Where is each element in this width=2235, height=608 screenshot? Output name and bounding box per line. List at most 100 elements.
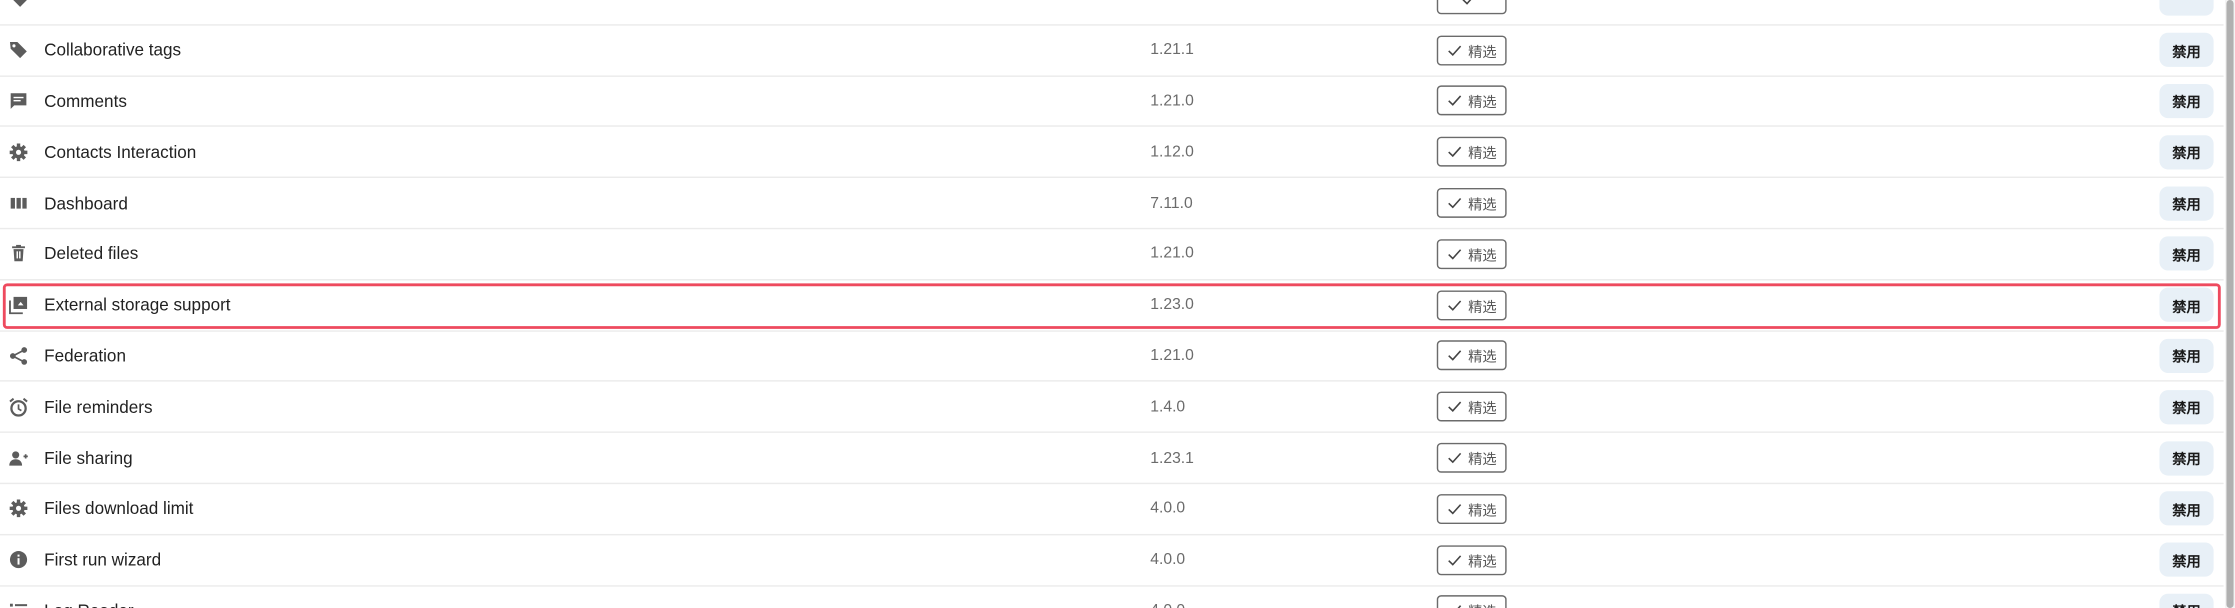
- gear-icon: [9, 499, 29, 519]
- featured-badge: 精选: [1436, 137, 1507, 167]
- featured-label: 精选: [1468, 147, 1497, 163]
- check-icon: [1448, 350, 1462, 362]
- featured-badge: 精选: [1436, 86, 1507, 117]
- app-row-file-reminders: File reminders 1.4.0 精选 禁用: [0, 382, 2224, 434]
- app-list: Collaborative tags 1.21.1 精选 禁用 Comments…: [0, 0, 2224, 608]
- dashboard-icon: [9, 193, 29, 213]
- check-icon: [1448, 249, 1462, 260]
- check-icon: [1448, 401, 1462, 413]
- disable-button[interactable]: 禁用: [2159, 389, 2214, 424]
- app-name[interactable]: Deleted files: [44, 244, 138, 264]
- info-icon: [9, 550, 29, 570]
- check-icon: [1448, 45, 1462, 56]
- disable-button[interactable]: 禁用: [2159, 33, 2214, 68]
- app-version: 7.11.0: [1150, 194, 1193, 212]
- featured-label: 精选: [1468, 299, 1497, 316]
- gear-icon: [9, 142, 29, 162]
- app-name[interactable]: Collaborative tags: [44, 40, 181, 60]
- app-name[interactable]: Contacts Interaction: [44, 142, 196, 162]
- app-version: 4.0.0: [1150, 551, 1186, 569]
- app-row-federation: Federation 1.21.0 精选 禁用: [0, 331, 2224, 383]
- featured-badge: 精选: [1436, 188, 1507, 218]
- app-name[interactable]: Dashboard: [44, 193, 128, 213]
- user-share-icon: [9, 448, 29, 468]
- featured-label: 精选: [1468, 96, 1497, 112]
- disable-button[interactable]: 禁用: [2159, 491, 2214, 526]
- featured-label: 精选: [1468, 350, 1497, 367]
- featured-label: 精选: [1468, 600, 1497, 608]
- app-version: 4.0.0: [1150, 602, 1185, 608]
- external-storage-icon: [9, 295, 29, 315]
- app-name[interactable]: Files download limit: [44, 499, 193, 519]
- app-row-file-sharing: File sharing 1.23.1 精选 禁用: [0, 433, 2224, 485]
- app-name[interactable]: File sharing: [44, 448, 132, 468]
- disable-button[interactable]: 禁用: [2159, 593, 2214, 608]
- app-name[interactable]: First run wizard: [44, 550, 161, 570]
- tag-icon: [9, 40, 29, 60]
- disable-button[interactable]: 禁用: [2159, 83, 2214, 119]
- featured-label: 精选: [1468, 45, 1497, 61]
- featured-badge: 精选: [1436, 544, 1507, 575]
- app-version: 1.21.0: [1150, 245, 1194, 263]
- app-row-first-run-wizard: First run wizard 4.0.0 精选 禁用: [0, 535, 2224, 587]
- scrollbar-thumb[interactable]: [2226, 0, 2234, 608]
- featured-badge: 精选: [1436, 239, 1507, 269]
- app-version: 1.21.1: [1150, 41, 1194, 59]
- check-icon: [1462, 0, 1472, 5]
- app-row-files-download-limit: Files download limit 4.0.0 精选 禁用: [0, 484, 2224, 536]
- app-name[interactable]: File reminders: [44, 397, 152, 417]
- featured-badge: 精选: [1436, 391, 1507, 422]
- app-row-dashboard: Dashboard 7.11.0 精选 禁用: [0, 178, 2224, 230]
- app-row-partial: [0, 0, 2224, 26]
- disable-button[interactable]: 禁用: [2159, 287, 2214, 323]
- app-row-comments: Comments 1.21.0 精选 禁用: [0, 76, 2224, 128]
- app-name[interactable]: Federation: [44, 346, 126, 366]
- featured-badge: 精选: [1436, 290, 1507, 320]
- disable-button[interactable]: 禁用: [2159, 185, 2214, 221]
- alarm-icon: [9, 397, 29, 417]
- featured-label: 精选: [1468, 452, 1497, 469]
- comment-icon: [9, 91, 29, 111]
- app-name[interactable]: External storage support: [44, 295, 230, 315]
- featured-label: 精选: [1468, 249, 1497, 265]
- check-icon: [1448, 198, 1462, 209]
- check-icon: [1448, 452, 1462, 464]
- trash-icon: [9, 244, 29, 264]
- disable-button[interactable]: 禁用: [2159, 440, 2214, 475]
- app-version: 1.23.0: [1150, 296, 1194, 314]
- tag-icon: [9, 0, 29, 9]
- app-name[interactable]: Comments: [44, 91, 127, 111]
- featured-label: 精选: [1468, 554, 1497, 571]
- app-name[interactable]: Log Reader: [44, 601, 133, 608]
- check-icon: [1448, 147, 1462, 158]
- app-row-log-reader: Log Reader 4.0.0 精选 禁用: [0, 586, 2224, 608]
- app-version: 1.12.0: [1150, 143, 1194, 161]
- disable-button[interactable]: 禁用: [2159, 542, 2214, 577]
- check-icon: [1448, 554, 1462, 566]
- check-icon: [1448, 503, 1462, 515]
- share-icon: [9, 346, 29, 366]
- app-version: 4.0.0: [1150, 500, 1186, 518]
- featured-badge: 精选: [1436, 493, 1507, 524]
- app-row-deleted-files: Deleted files 1.21.0 精选 禁用: [0, 229, 2224, 281]
- featured-badge: 精选: [1436, 340, 1507, 371]
- app-row-contacts-interaction: Contacts Interaction 1.12.0 精选 禁用: [0, 127, 2224, 179]
- disable-button[interactable]: 禁用: [2159, 236, 2214, 272]
- list-icon: [9, 601, 29, 608]
- apps-settings-viewport: Collaborative tags 1.21.1 精选 禁用 Comments…: [0, 0, 2235, 608]
- app-version: 1.4.0: [1150, 398, 1186, 416]
- featured-label: 精选: [1468, 198, 1497, 214]
- featured-badge: 精选: [1436, 442, 1507, 473]
- featured-badge: [1436, 0, 1507, 15]
- disable-button[interactable]: 禁用: [2159, 338, 2214, 374]
- app-version: 1.21.0: [1150, 92, 1194, 110]
- disable-button[interactable]: 禁用: [2159, 134, 2214, 170]
- disable-button[interactable]: [2159, 0, 2214, 17]
- check-icon: [1458, 605, 1462, 608]
- app-version: 1.21.0: [1150, 347, 1194, 365]
- check-icon: [1448, 299, 1462, 311]
- check-icon: [1448, 96, 1462, 107]
- featured-label: 精选: [1468, 401, 1497, 418]
- featured-badge: 精选: [1436, 595, 1507, 608]
- featured-badge: 精选: [1436, 35, 1507, 66]
